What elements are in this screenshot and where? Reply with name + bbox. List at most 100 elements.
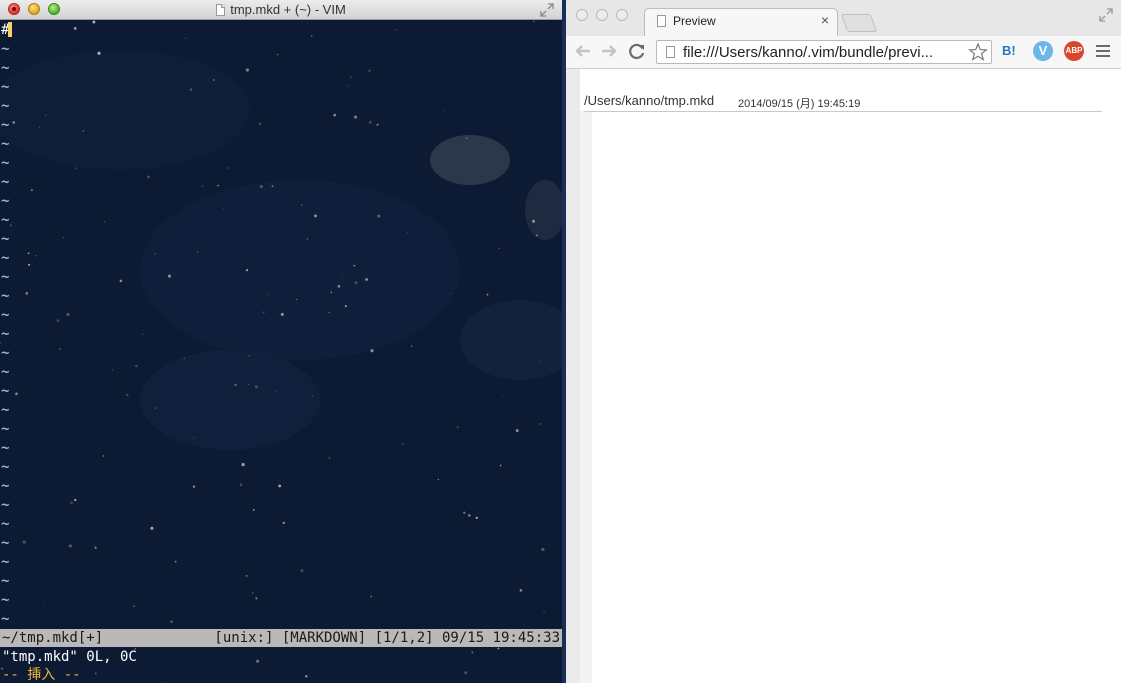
vim-statusline: ~/tmp.mkd[+] [unix:] [MARKDOWN] [1/1,2] …	[0, 629, 562, 647]
star	[92, 20, 96, 24]
empty-line-tilde: ~	[1, 459, 10, 475]
star	[306, 238, 308, 240]
star	[312, 395, 314, 397]
zoom-window-button[interactable]	[616, 9, 628, 21]
star	[468, 514, 471, 517]
close-tab-icon[interactable]: ×	[821, 12, 829, 28]
star	[223, 207, 224, 209]
star	[410, 345, 413, 347]
star	[59, 348, 62, 351]
hatena-bookmark-icon[interactable]: B!	[1002, 43, 1022, 63]
star	[402, 443, 404, 445]
star	[73, 27, 77, 30]
star	[241, 462, 245, 467]
v-extension-icon[interactable]: V	[1033, 41, 1053, 61]
page-icon	[666, 46, 675, 58]
star	[305, 675, 308, 678]
star	[280, 312, 284, 316]
star	[133, 605, 136, 608]
empty-line-tilde: ~	[1, 41, 10, 57]
adblock-plus-icon[interactable]: ABP	[1064, 41, 1084, 61]
star	[165, 681, 166, 683]
star	[170, 620, 173, 623]
page-margin	[580, 111, 592, 683]
star	[66, 312, 70, 317]
text-cursor	[8, 22, 13, 37]
star	[150, 526, 154, 530]
star	[126, 393, 129, 397]
star	[259, 185, 263, 189]
address-bar[interactable]: file:///Users/kanno/.vim/bundle/previ...	[656, 40, 992, 64]
vim-buffer[interactable]: # ~ ~ ~ ~ ~ ~ ~ ~ ~ ~ ~ ~ ~ ~ ~ ~ ~ ~ ~ ~ ~ ~ ~ ~ ~ ~ ~ ~ ~ ~ ~	[1, 21, 17, 629]
star	[353, 115, 358, 119]
window-title: tmp.mkd + (~) - VIM	[0, 2, 562, 17]
forward-arrow-icon[interactable]	[598, 40, 620, 62]
preview-timestamp: 2014/09/15 (月) 19:45:19	[738, 98, 861, 110]
star	[368, 69, 371, 72]
empty-line-tilde: ~	[1, 383, 10, 399]
bookmark-star-icon[interactable]	[968, 42, 988, 62]
fullscreen-icon[interactable]	[1099, 8, 1113, 22]
star	[533, 20, 535, 23]
star	[189, 88, 193, 91]
vim-command-message: "tmp.mkd" 0L, 0C	[2, 649, 137, 665]
empty-line-tilde: ~	[1, 326, 10, 342]
star	[497, 647, 500, 650]
star	[217, 184, 219, 187]
reload-icon[interactable]	[626, 40, 648, 62]
document-icon	[216, 4, 226, 16]
star	[141, 333, 144, 335]
star	[519, 589, 523, 592]
star	[354, 281, 358, 285]
tab-preview[interactable]: Preview ×	[644, 8, 838, 36]
star	[94, 44, 96, 46]
empty-line-tilde: ~	[1, 117, 10, 133]
star	[94, 672, 97, 675]
star	[337, 285, 341, 288]
tab-title: Preview	[673, 14, 716, 28]
page-content: /Users/kanno/tmp.mkd 2014/09/15 (月) 19:4…	[566, 69, 1121, 683]
new-tab-button[interactable]	[840, 14, 878, 32]
star	[333, 113, 336, 117]
buffer-line-1: #	[1, 21, 17, 40]
minimize-window-button[interactable]	[596, 9, 608, 21]
empty-line-tilde: ~	[1, 421, 10, 437]
empty-line-tilde: ~	[1, 269, 10, 285]
star	[245, 68, 250, 72]
browser-toolbar: file:///Users/kanno/.vim/bundle/previ...…	[566, 36, 1121, 69]
star	[443, 109, 445, 112]
star	[30, 189, 33, 192]
star	[248, 355, 250, 357]
empty-line-tilde: ~	[1, 193, 10, 209]
star	[201, 185, 204, 187]
star	[75, 167, 78, 170]
star	[463, 511, 466, 514]
menu-icon[interactable]	[1096, 44, 1110, 58]
close-window-button[interactable]	[576, 9, 588, 21]
star	[486, 293, 489, 296]
empty-line-tilde: ~	[1, 174, 10, 190]
back-arrow-icon[interactable]	[572, 40, 594, 62]
tab-strip: Preview ×	[566, 0, 1121, 36]
star	[104, 221, 106, 223]
star	[183, 357, 185, 359]
star	[252, 509, 255, 511]
star	[167, 274, 171, 278]
star	[248, 383, 250, 385]
fullscreen-icon[interactable]	[540, 3, 554, 17]
star	[42, 603, 44, 605]
empty-line-tilde: ~	[1, 307, 10, 323]
star	[135, 364, 138, 368]
star	[543, 611, 545, 614]
star	[119, 279, 123, 283]
vim-titlebar: tmp.mkd + (~) - VIM	[0, 0, 562, 20]
star	[370, 595, 372, 598]
star	[498, 247, 500, 250]
star	[475, 516, 478, 520]
star	[376, 123, 379, 126]
star	[22, 540, 26, 544]
star	[174, 560, 177, 563]
empty-line-tilde: ~	[1, 478, 10, 494]
star	[271, 185, 274, 188]
star	[28, 263, 31, 266]
